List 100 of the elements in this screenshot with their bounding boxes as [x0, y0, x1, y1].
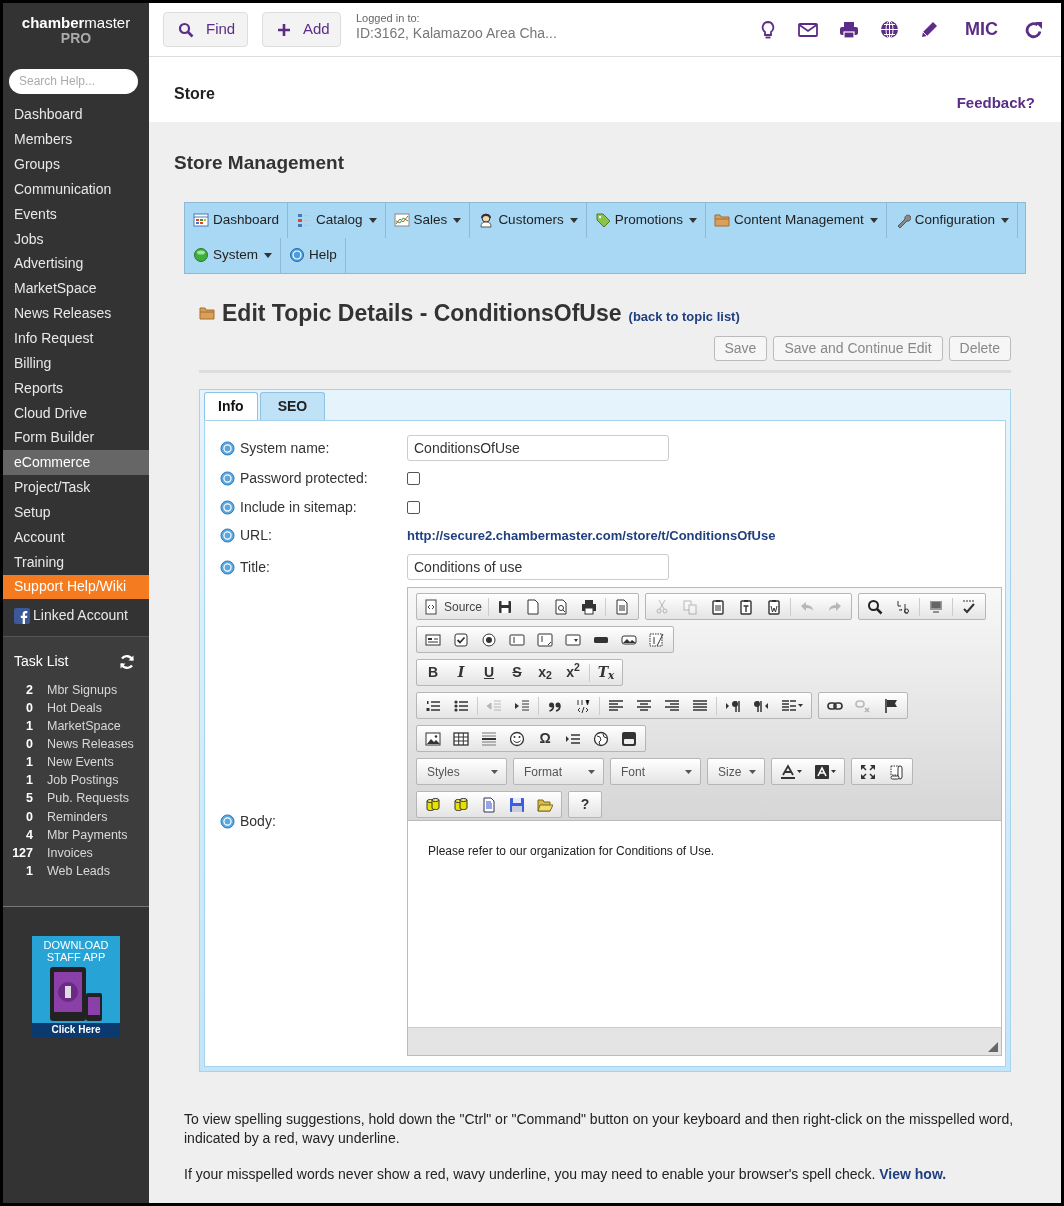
- align-center-icon: [636, 697, 652, 714]
- menu-item[interactable]: Customers: [470, 202, 587, 238]
- editor-dropdown[interactable]: Format: [513, 758, 604, 785]
- task-link[interactable]: Reminders: [47, 807, 108, 827]
- back-link[interactable]: (back to topic list): [628, 306, 740, 326]
- format-button[interactable]: x$^{2}$: [559, 661, 587, 684]
- tab[interactable]: Info: [204, 392, 258, 420]
- sidebar-item[interactable]: Account: [3, 524, 149, 550]
- sidebar-item[interactable]: Events: [3, 201, 149, 227]
- maximize-icon: [860, 763, 876, 780]
- sidebar-item[interactable]: Billing: [3, 350, 149, 376]
- sidebar-item[interactable]: Advertising: [3, 251, 149, 277]
- search-icon: [867, 598, 884, 615]
- menu-item[interactable]: Help: [281, 237, 346, 273]
- task-count: 1: [25, 754, 33, 772]
- checkbox[interactable]: [407, 501, 420, 514]
- lightbulb-icon: [759, 19, 777, 40]
- task-link[interactable]: Mbr Payments: [47, 825, 128, 845]
- help-icon: [220, 471, 235, 486]
- help-icon: [220, 440, 235, 456]
- task-count: 127: [11, 844, 33, 862]
- text-field[interactable]: Conditions of use: [407, 554, 669, 580]
- search-field[interactable]: Search Help...: [9, 68, 138, 94]
- format-button[interactable]: T$_{x}$: [592, 661, 620, 684]
- task-link[interactable]: Hot Deals: [47, 699, 102, 718]
- note-text: If your misspelled words never show a red, wavy underline, you may need to enable your browser's spell check.: [184, 1166, 876, 1182]
- sidebar-item[interactable]: Reports: [3, 375, 149, 401]
- format-button[interactable]: Ω: [531, 727, 559, 750]
- editor-dropdown[interactable]: Font: [610, 758, 701, 785]
- text-field[interactable]: ConditionsOfUse: [407, 435, 669, 461]
- sidebar-item[interactable]: News Releases: [3, 301, 149, 327]
- format-button[interactable]: ?: [571, 793, 599, 816]
- format-button[interactable]: x$_{2}$: [531, 661, 559, 684]
- smiley-icon: [509, 730, 525, 747]
- menu-item[interactable]: Dashboard: [185, 202, 289, 238]
- source-button[interactable]: Source: [419, 595, 487, 618]
- globe-icon: [880, 20, 899, 39]
- menu-item[interactable]: Content Management: [705, 202, 887, 238]
- task-link[interactable]: Web Leads: [47, 861, 110, 881]
- task-link[interactable]: New Events: [47, 753, 114, 772]
- menu-item[interactable]: System: [185, 237, 281, 273]
- refresh-icon: [1025, 20, 1043, 39]
- cylinders-icon: [425, 796, 441, 813]
- field-label: Include in sitemap:: [240, 498, 357, 517]
- sidebar-item[interactable]: eCommerce: [3, 450, 149, 476]
- unlink-icon: [855, 697, 871, 714]
- sidebar-item[interactable]: Form Builder: [3, 425, 149, 451]
- sidebar-item[interactable]: Setup: [3, 500, 149, 525]
- sidebar-item[interactable]: Training: [3, 549, 149, 575]
- feedback-link[interactable]: Feedback?: [956, 92, 1035, 122]
- sidebar-item[interactable]: Communication: [3, 177, 149, 202]
- sidebar-item[interactable]: Cloud Drive: [3, 400, 149, 426]
- format-button[interactable]: S: [503, 661, 531, 684]
- staff-app-banner[interactable]: DOWNLOAD STAFF APP Click Here: [32, 936, 120, 1038]
- editor-dropdown[interactable]: Styles: [416, 758, 507, 785]
- format-button[interactable]: B: [419, 661, 447, 684]
- checkbox-icon: [453, 631, 469, 648]
- add-button[interactable]: Add: [262, 12, 341, 47]
- view-how-link[interactable]: View how.: [879, 1166, 947, 1182]
- video-icon: [621, 730, 637, 747]
- code-icon: [575, 697, 591, 714]
- task-count: 0: [25, 736, 33, 754]
- url-link[interactable]: http://secure2.chambermaster.com/store/t/ConditionsOfUse: [407, 525, 776, 546]
- sidebar-item[interactable]: Project/Task: [3, 475, 149, 500]
- user-initials[interactable]: MIC: [965, 16, 998, 43]
- sidebar-item[interactable]: Jobs: [3, 226, 149, 252]
- menu-item[interactable]: Catalog: [288, 202, 386, 238]
- find-button[interactable]: Find: [163, 12, 248, 47]
- format-button[interactable]: U: [475, 661, 503, 684]
- task-link[interactable]: Pub. Requests: [47, 789, 129, 809]
- facebook-icon: [14, 607, 30, 624]
- field-label: Title:: [240, 557, 270, 577]
- sidebar-item[interactable]: Dashboard: [3, 102, 149, 128]
- align-right-icon: [664, 697, 680, 714]
- outdent-icon: [486, 697, 502, 714]
- dropdown-icon: [565, 631, 581, 648]
- task-link[interactable]: MarketSpace: [47, 717, 121, 736]
- replace-icon: [895, 598, 912, 615]
- sidebar-item[interactable]: MarketSpace: [3, 276, 149, 302]
- radio-icon: [481, 631, 497, 648]
- task-link[interactable]: Job Postings: [47, 771, 119, 791]
- menu-item[interactable]: Configuration: [886, 202, 1019, 238]
- task-link[interactable]: Mbr Signups: [47, 680, 118, 700]
- sidebar-item[interactable]: Members: [3, 127, 149, 153]
- sidebar-item[interactable]: Info Request: [3, 326, 149, 351]
- task-link[interactable]: Invoices: [47, 843, 93, 863]
- menu-item[interactable]: Sales: [385, 202, 471, 238]
- help-icon: [220, 814, 235, 829]
- checkbox[interactable]: [407, 472, 420, 485]
- editor-dropdown[interactable]: Size: [707, 758, 765, 785]
- format-button[interactable]: I: [447, 661, 475, 684]
- tab[interactable]: SEO: [259, 392, 326, 420]
- caret-icon: [798, 704, 803, 707]
- task-link[interactable]: News Releases: [47, 735, 134, 754]
- menu-item[interactable]: Promotions: [586, 202, 706, 238]
- sidebar-item[interactable]: Groups: [3, 152, 149, 178]
- background-color-icon: [814, 763, 830, 780]
- sidebar-link[interactable]: Linked Account: [33, 605, 128, 627]
- align-left-icon: [608, 697, 624, 714]
- login-value: ID:3162, Kalamazoo Area Cha...: [356, 24, 557, 42]
